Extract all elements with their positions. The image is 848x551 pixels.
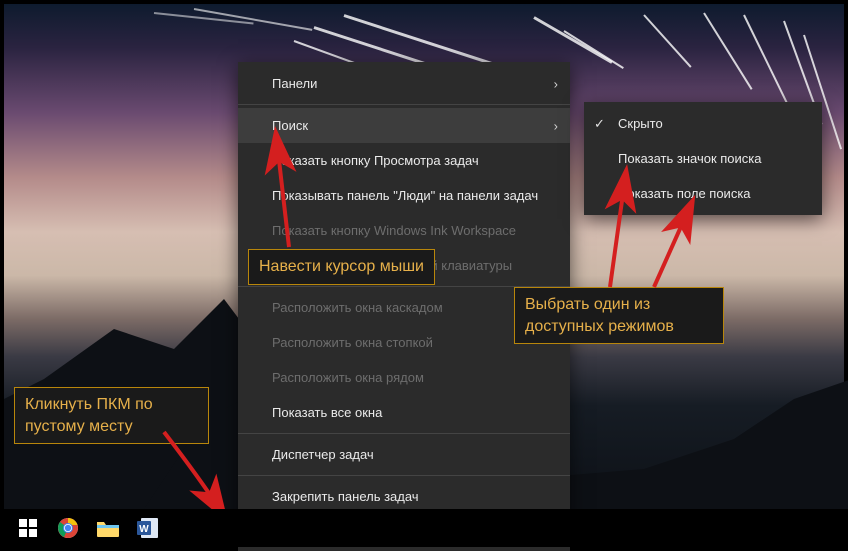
taskbar-app-word[interactable]: W xyxy=(134,514,162,542)
desktop-wallpaper[interactable]: Панели › Поиск › Показать кнопку Просмот… xyxy=(0,0,848,551)
search-submenu: ✓ Скрыто Показать значок поиска Показать… xyxy=(584,102,822,215)
menu-item-show-all-windows[interactable]: Показать все окна xyxy=(238,395,570,430)
menu-label: Диспетчер задач xyxy=(272,447,374,462)
menu-separator xyxy=(238,433,570,434)
menu-item-search[interactable]: Поиск › xyxy=(238,108,570,143)
chevron-right-icon: › xyxy=(554,76,558,91)
menu-label: Показать поле поиска xyxy=(618,186,751,201)
menu-item-ink-workspace: Показать кнопку Windows Ink Workspace xyxy=(238,213,570,248)
menu-label: Показать значок поиска xyxy=(618,151,762,166)
taskbar-app-chrome[interactable] xyxy=(54,514,82,542)
annotation-rightclick: Кликнуть ПКМ по пустому месту xyxy=(14,387,209,444)
menu-label: Расположить окна стопкой xyxy=(272,335,433,350)
submenu-item-show-box[interactable]: Показать поле поиска xyxy=(584,176,822,211)
taskbar-app-explorer[interactable] xyxy=(94,514,122,542)
menu-item-people-bar[interactable]: Показывать панель "Люди" на панели задач xyxy=(238,178,570,213)
menu-item-taskview-button[interactable]: Показать кнопку Просмотра задач xyxy=(238,143,570,178)
menu-label: Показать кнопку Windows Ink Workspace xyxy=(272,223,516,238)
annotation-hover: Навести курсор мыши xyxy=(248,249,435,285)
menu-label: Показать все окна xyxy=(272,405,382,420)
menu-label: Расположить окна рядом xyxy=(272,370,424,385)
check-icon: ✓ xyxy=(594,116,605,132)
menu-separator xyxy=(238,475,570,476)
annotation-choose: Выбрать один из доступных режимов xyxy=(514,287,724,344)
annotation-text: Кликнуть ПКМ по пустому месту xyxy=(25,396,153,435)
menu-separator xyxy=(238,104,570,105)
menu-label: Расположить окна каскадом xyxy=(272,300,443,315)
menu-label: Скрыто xyxy=(618,116,663,131)
taskbar: W xyxy=(4,509,844,547)
annotation-text: Навести курсор мыши xyxy=(259,258,424,275)
submenu-item-show-icon[interactable]: Показать значок поиска xyxy=(584,141,822,176)
start-button[interactable] xyxy=(14,514,42,542)
menu-item-panels[interactable]: Панели › xyxy=(238,66,570,101)
menu-item-sidebyside: Расположить окна рядом xyxy=(238,360,570,395)
menu-label: Поиск xyxy=(272,118,308,133)
submenu-item-hidden[interactable]: ✓ Скрыто xyxy=(584,106,822,141)
annotation-text: Выбрать один из доступных режимов xyxy=(525,296,674,335)
menu-label: Панели xyxy=(272,76,317,91)
chevron-right-icon: › xyxy=(554,118,558,133)
menu-label: Показывать панель "Люди" на панели задач xyxy=(272,188,538,203)
menu-label: Показать кнопку Просмотра задач xyxy=(272,153,479,168)
svg-text:W: W xyxy=(139,524,149,535)
menu-item-task-manager[interactable]: Диспетчер задач xyxy=(238,437,570,472)
menu-label: Закрепить панель задач xyxy=(272,489,419,504)
